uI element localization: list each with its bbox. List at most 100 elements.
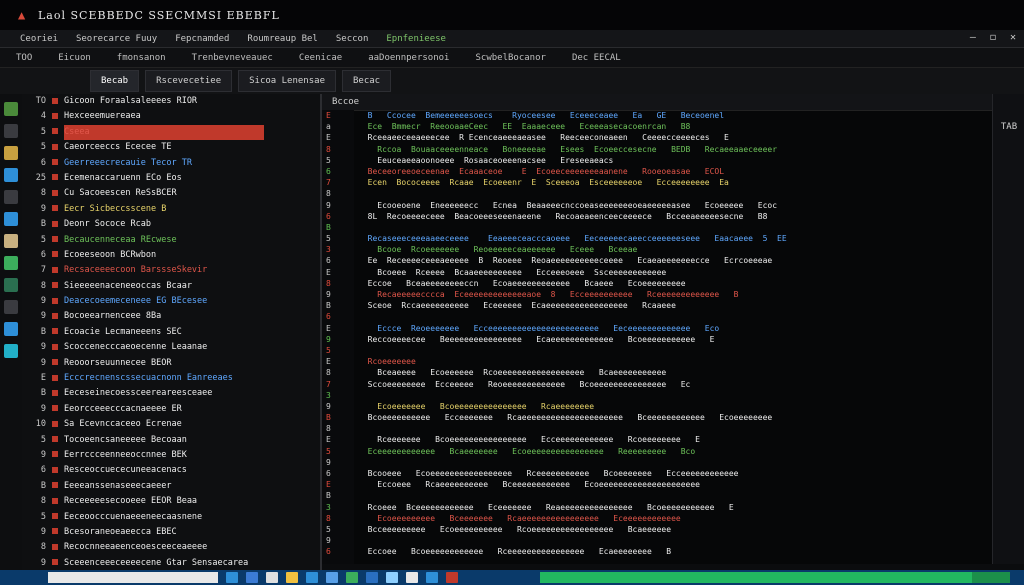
gutter-marker[interactable]: E [322, 323, 354, 334]
breakpoint-icon[interactable] [52, 497, 58, 504]
breakpoint-icon[interactable] [52, 405, 58, 412]
gutter-marker[interactable]: E [322, 479, 354, 490]
gutter-marker[interactable]: 9 [322, 334, 354, 345]
gutter-marker[interactable]: 8 [322, 188, 354, 199]
breakpoint-icon[interactable] [52, 374, 58, 381]
code-line[interactable] [358, 390, 988, 401]
gutter-marker[interactable]: 8 [322, 423, 354, 434]
code-line[interactable]: Eccoeee Rcaeeeeeeeeee Bceeeeeeeeeeee Eco… [358, 479, 988, 490]
explorer-icon[interactable] [4, 102, 18, 116]
code-line[interactable]: Ecoeeeeeee Bcoeeeeeeeeeeeeeee Rcaeeeeeee… [358, 401, 988, 412]
taskbar-app-icon[interactable] [246, 572, 258, 583]
code-line[interactable]: Sceoe Rccaeeeeeeeeee Eceeeeee Ecaeeeeeee… [358, 300, 988, 311]
taskbar-app-icon[interactable] [306, 572, 318, 583]
gutter-marker[interactable]: 5 [322, 446, 354, 457]
breakpoint-icon[interactable] [52, 282, 58, 289]
taskbar-app-icon[interactable] [446, 572, 458, 583]
code-line[interactable]: Eccce Reoeeeeeee Ecceeeeeeeeeeeeeeeeeeee… [358, 323, 988, 334]
code-line[interactable]: Bcceeeeeeeee Ecoeeeeeeeeee Rcoeeeeeeeeee… [358, 524, 988, 535]
code-line[interactable]: Ecoeeeeeeeee Bceeeeeee Rcaeeeeeeeeeeeeee… [358, 513, 988, 524]
gutter-marker[interactable]: a [322, 121, 354, 132]
list-item[interactable]: 9 Sceeenceeeceeeecene Gtar Sensaecarea [22, 556, 320, 571]
gutter-marker[interactable]: 3 [322, 390, 354, 401]
list-item[interactable]: 8 Recocnneeaeenceoesceeceaeeee [22, 540, 320, 555]
breakpoint-icon[interactable] [52, 97, 58, 104]
gutter-marker[interactable]: 6 [322, 166, 354, 177]
gutter-marker[interactable]: 5 [322, 345, 354, 356]
list-item[interactable]: 5 Cseea [22, 124, 320, 141]
gutter-marker[interactable]: E [322, 267, 354, 278]
gutter-marker[interactable]: 9 [322, 200, 354, 211]
gutter-marker[interactable]: B [322, 222, 354, 233]
breakpoint-icon[interactable] [52, 297, 58, 304]
code-line[interactable]: Beceeoreeoeceenae Ecaaaceoe E Ecoeeceeee… [358, 166, 988, 177]
code-editor[interactable]: Bccoe EaE8567896B536E89B6E95E8739B8E596E… [322, 94, 992, 564]
breakpoint-icon[interactable] [52, 220, 58, 227]
gutter-marker[interactable]: E [322, 434, 354, 445]
code-line[interactable]: Ecooeoene Eneeeeeecc Ecnea Beaaeeecnccoe… [358, 200, 988, 211]
code-line[interactable]: Ece Bmmecr ReeooaaeCeec EE Eaaaeceee Ece… [358, 121, 988, 132]
gutter-marker[interactable]: 7 [322, 379, 354, 390]
taskbar-search-input[interactable] [48, 572, 218, 583]
menu-item[interactable]: Epnfenieese [386, 34, 446, 44]
code-line[interactable]: Rcoeee Bceeeeeeeeeeee Eceeeeeee Reaeeeee… [358, 502, 988, 513]
gutter-marker[interactable]: 8 [322, 513, 354, 524]
code-line[interactable]: Bcoeee Rceeee Bcaaeeeeeeeeee Ecceeeoeee … [358, 267, 988, 278]
breakpoint-icon[interactable] [52, 189, 58, 196]
list-item[interactable]: 4 Hexceeemuereaea [22, 109, 320, 124]
list-item[interactable]: 9 Scoccenecccaeoecenne Leaanae [22, 340, 320, 355]
gutter-marker[interactable]: E [322, 110, 354, 121]
gutter-marker[interactable]: 8 [322, 144, 354, 155]
run-icon[interactable] [4, 256, 18, 270]
extensions-icon[interactable] [4, 190, 18, 204]
gutter-marker[interactable]: B [322, 300, 354, 311]
code-line[interactable] [358, 345, 988, 356]
list-item[interactable]: 8 Receeeeesecooeee EEOR Beaa [22, 494, 320, 509]
tab-sicoa[interactable]: Sicoa Lenensae [238, 70, 336, 92]
list-item[interactable]: 7 Recsaceeeecoon BarssseSkevir [22, 263, 320, 278]
code-line[interactable]: Bcoeeeeeeeeee Ecceeeeeee Rcaeeeeeeeeeeee… [358, 412, 988, 423]
list-item[interactable]: 9 Bcesoraneoeaeecca EBEC [22, 525, 320, 540]
breakpoint-icon[interactable] [52, 528, 58, 535]
gutter-marker[interactable]: E [322, 356, 354, 367]
notes-icon[interactable] [4, 234, 18, 248]
toolbar-item[interactable]: Dec EECAL [572, 53, 621, 63]
taskbar-app-icon[interactable] [366, 572, 378, 583]
source-control-icon[interactable] [4, 146, 18, 160]
tab-rscevecetiee[interactable]: Rscevecetiee [145, 70, 233, 92]
list-item[interactable]: 6 Ecoeeseoon BCRwbon [22, 248, 320, 263]
close-icon[interactable]: ✕ [1010, 32, 1016, 43]
list-item[interactable]: B Ecoacie Lecmaneeens SEC [22, 325, 320, 340]
gutter-marker[interactable]: 3 [322, 244, 354, 255]
list-item[interactable]: 5 Eeceoocccuenaeeeneecaasnene [22, 510, 320, 525]
breakpoint-icon[interactable] [52, 513, 58, 520]
gutter-marker[interactable]: 8 [322, 367, 354, 378]
breakpoint-icon[interactable] [52, 266, 58, 273]
minimap-panel[interactable]: TAB [992, 94, 1024, 564]
code-line[interactable]: 8L Recoeeeeceee Beacoeeeseeenaeene Recoa… [358, 211, 988, 222]
gutter-marker[interactable]: 9 [322, 535, 354, 546]
toolbar-item[interactable]: ScwbelBocanor [475, 53, 545, 63]
breakpoint-icon[interactable] [52, 482, 58, 489]
code-line[interactable]: Ee Receeeeceeeaeeeee B Reoeee Reoaeeeeee… [358, 255, 988, 266]
code-line[interactable]: Bceaeeee Ecoeeeeee Rcoeeeeeeeeeeeeeeeeee… [358, 367, 988, 378]
settings-icon[interactable] [4, 300, 18, 314]
list-item[interactable]: 9 Bocoeearnenceee 8Ba [22, 309, 320, 324]
breakpoint-icon[interactable] [52, 159, 58, 166]
breakpoint-icon[interactable] [52, 343, 58, 350]
list-item[interactable]: 9 Reooorseuunnecee BEOR [22, 356, 320, 371]
breakpoint-icon[interactable] [52, 312, 58, 319]
code-line[interactable] [358, 490, 988, 501]
breakpoint-icon[interactable] [52, 359, 58, 366]
code-line[interactable]: Eccoe Bceaeeeeeeeeccn Ecoaeeeeeeeeeeee B… [358, 278, 988, 289]
list-item[interactable]: B Eeeeanssenaseeecaeeer [22, 479, 320, 494]
breakpoint-icon[interactable] [52, 251, 58, 258]
toolbar-item[interactable]: TOO [16, 53, 32, 63]
code-line[interactable]: Eccoee Bcoeeeeeeeeeeee Rceeeeeeeeeeeeeee… [358, 546, 988, 557]
gutter-marker[interactable]: 6 [322, 546, 354, 557]
list-item[interactable]: 9 Deacecoeemeceneee EG BEcesee [22, 294, 320, 309]
gutter-marker[interactable]: 5 [322, 155, 354, 166]
list-item[interactable]: B Eeceseinecoessceereareesceaee [22, 386, 320, 401]
gutter-marker[interactable]: 9 [322, 401, 354, 412]
toolbar-item[interactable]: aaDoennpersonoi [368, 53, 449, 63]
